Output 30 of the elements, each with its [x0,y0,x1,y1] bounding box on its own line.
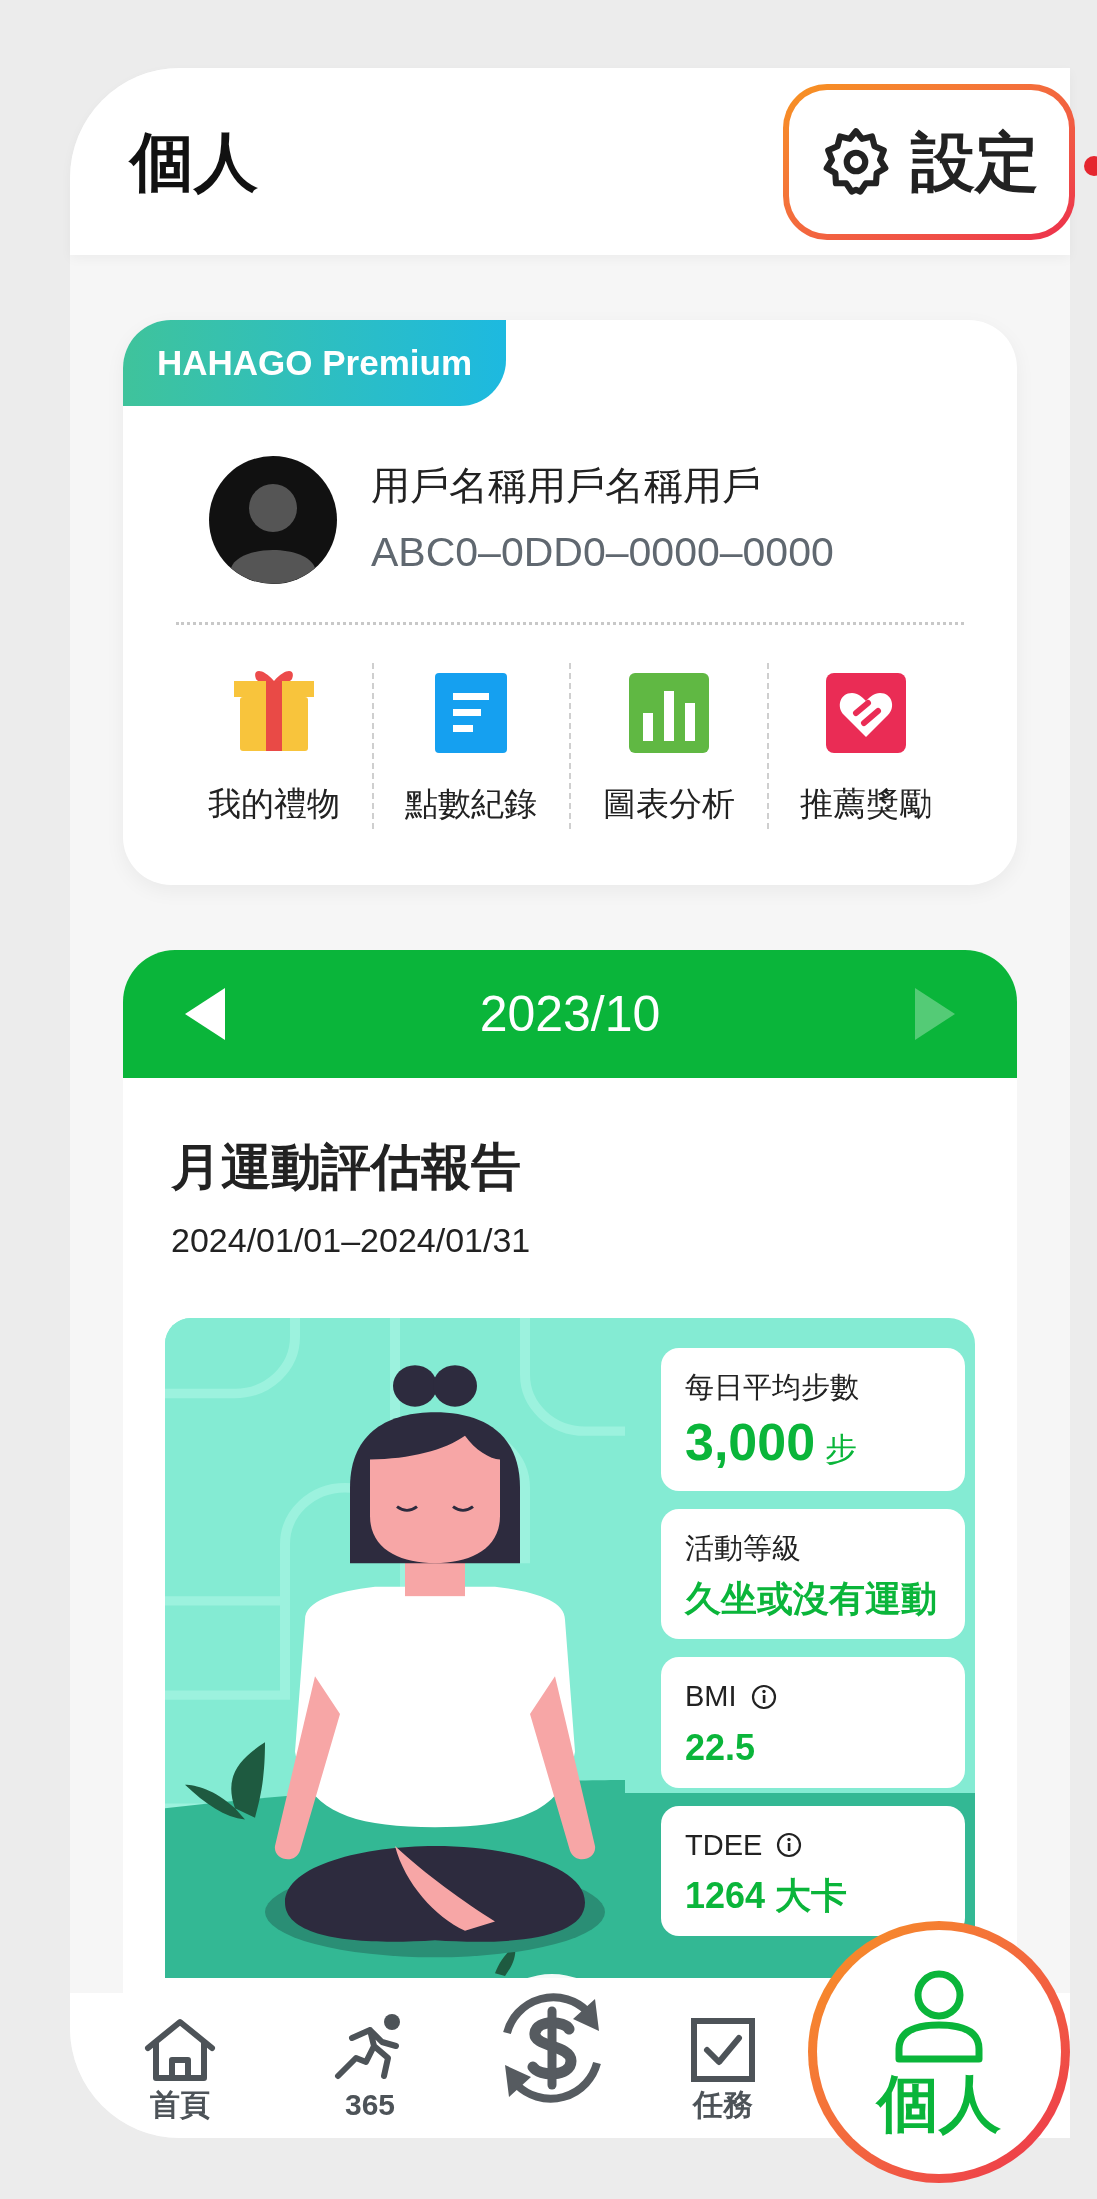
stat-value: 1264 大卡 [685,1874,849,1918]
user-id: ABC0–0DD0–0000–0000 [371,527,834,577]
month-label: 2023/10 [479,984,661,1044]
shortcut-button[interactable]: 推薦獎勵 [766,663,964,829]
shortcut-button[interactable]: 我的禮物 [176,663,372,829]
bar-chart-icon [628,673,709,753]
stat-value: 3,000 [685,1415,816,1468]
stat-label: 活動等級 [685,1530,801,1566]
info-icon[interactable] [776,1832,803,1859]
stat-label: TDEE [685,1827,763,1863]
stat-label: 每日平均步數 [685,1370,859,1405]
user-name: 用戶名稱用戶名稱用戶 [371,463,762,509]
info-icon[interactable] [750,1683,777,1710]
person-icon [893,1969,985,2065]
shortcut-button[interactable]: 圖表分析 [569,663,767,829]
report-title: 月運動評估報告 [171,1138,522,1197]
stat-value: 久坐或沒有運動 [685,1577,938,1621]
document-icon [435,673,508,753]
checkbox-icon [691,2017,755,2082]
nav-tab[interactable]: 首頁 [85,2011,275,2120]
settings-button[interactable]: 設定 [783,83,1075,240]
nav-tab[interactable]: 365 [275,2011,465,2120]
stat-value: 22.5 [685,1725,757,1770]
premium-badge: HAHAGO Premium [123,320,507,406]
page-title: 個人 [130,124,258,200]
date-range: 2024/01/01–2024/01/31 [171,1220,532,1261]
shortcut-button[interactable]: 點數紀錄 [371,663,569,829]
nav-tab[interactable]: 任務 [638,2011,808,2120]
stat-unit: 步 [825,1429,858,1469]
stat-label: BMI [685,1679,737,1714]
